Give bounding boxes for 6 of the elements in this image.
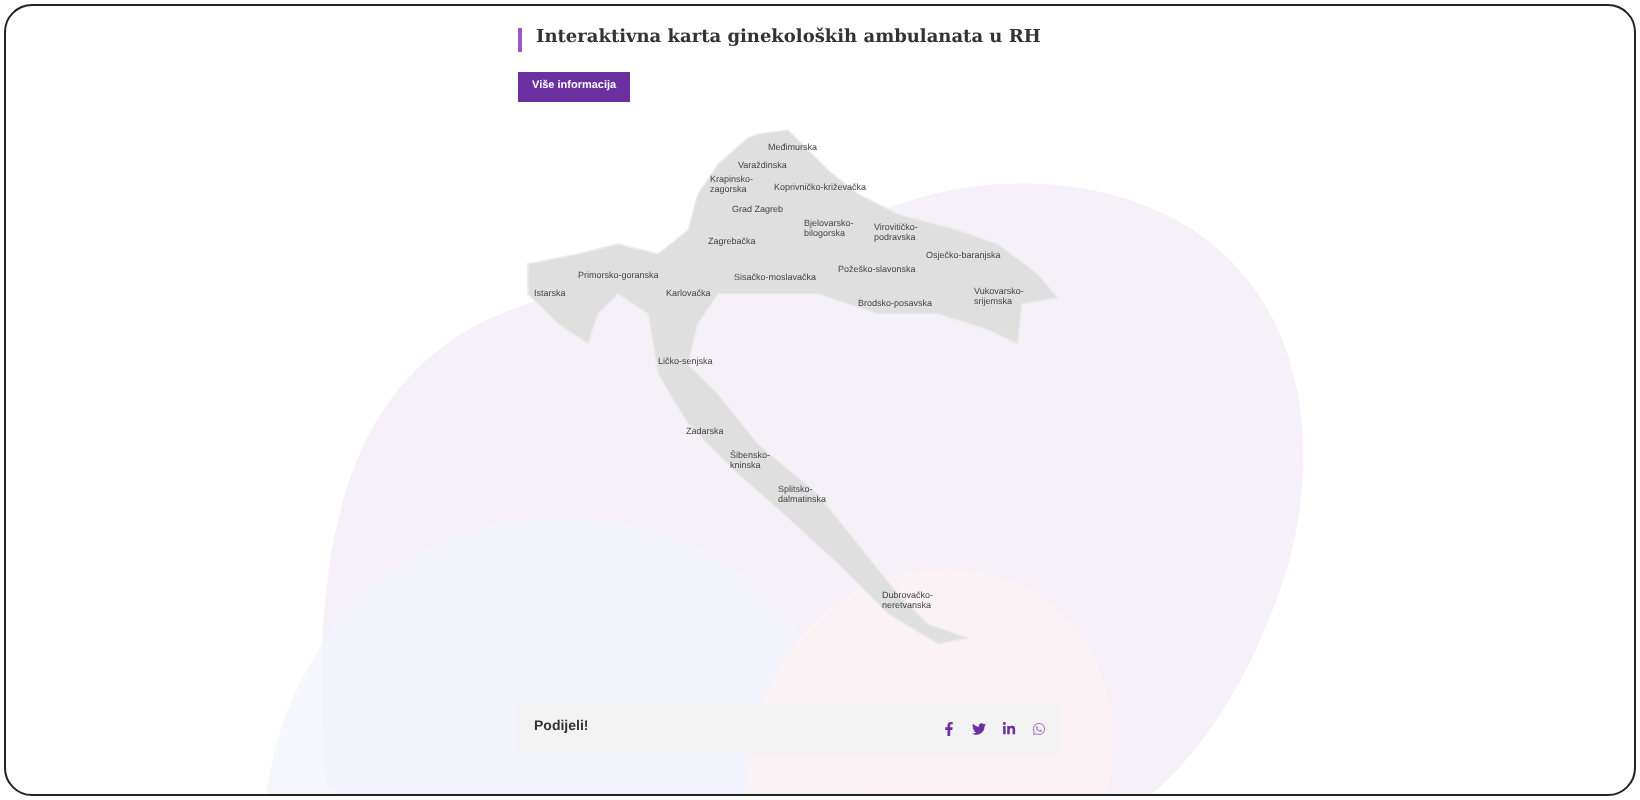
twitter-icon[interactable] <box>972 721 986 736</box>
title-accent-bar <box>518 27 522 52</box>
facebook-icon[interactable] <box>942 721 956 736</box>
linkedin-icon[interactable] <box>1002 721 1016 736</box>
page-title: Interaktivna karta ginekoloških ambulanata u RH <box>536 26 1041 52</box>
whatsapp-icon[interactable] <box>1032 721 1046 736</box>
